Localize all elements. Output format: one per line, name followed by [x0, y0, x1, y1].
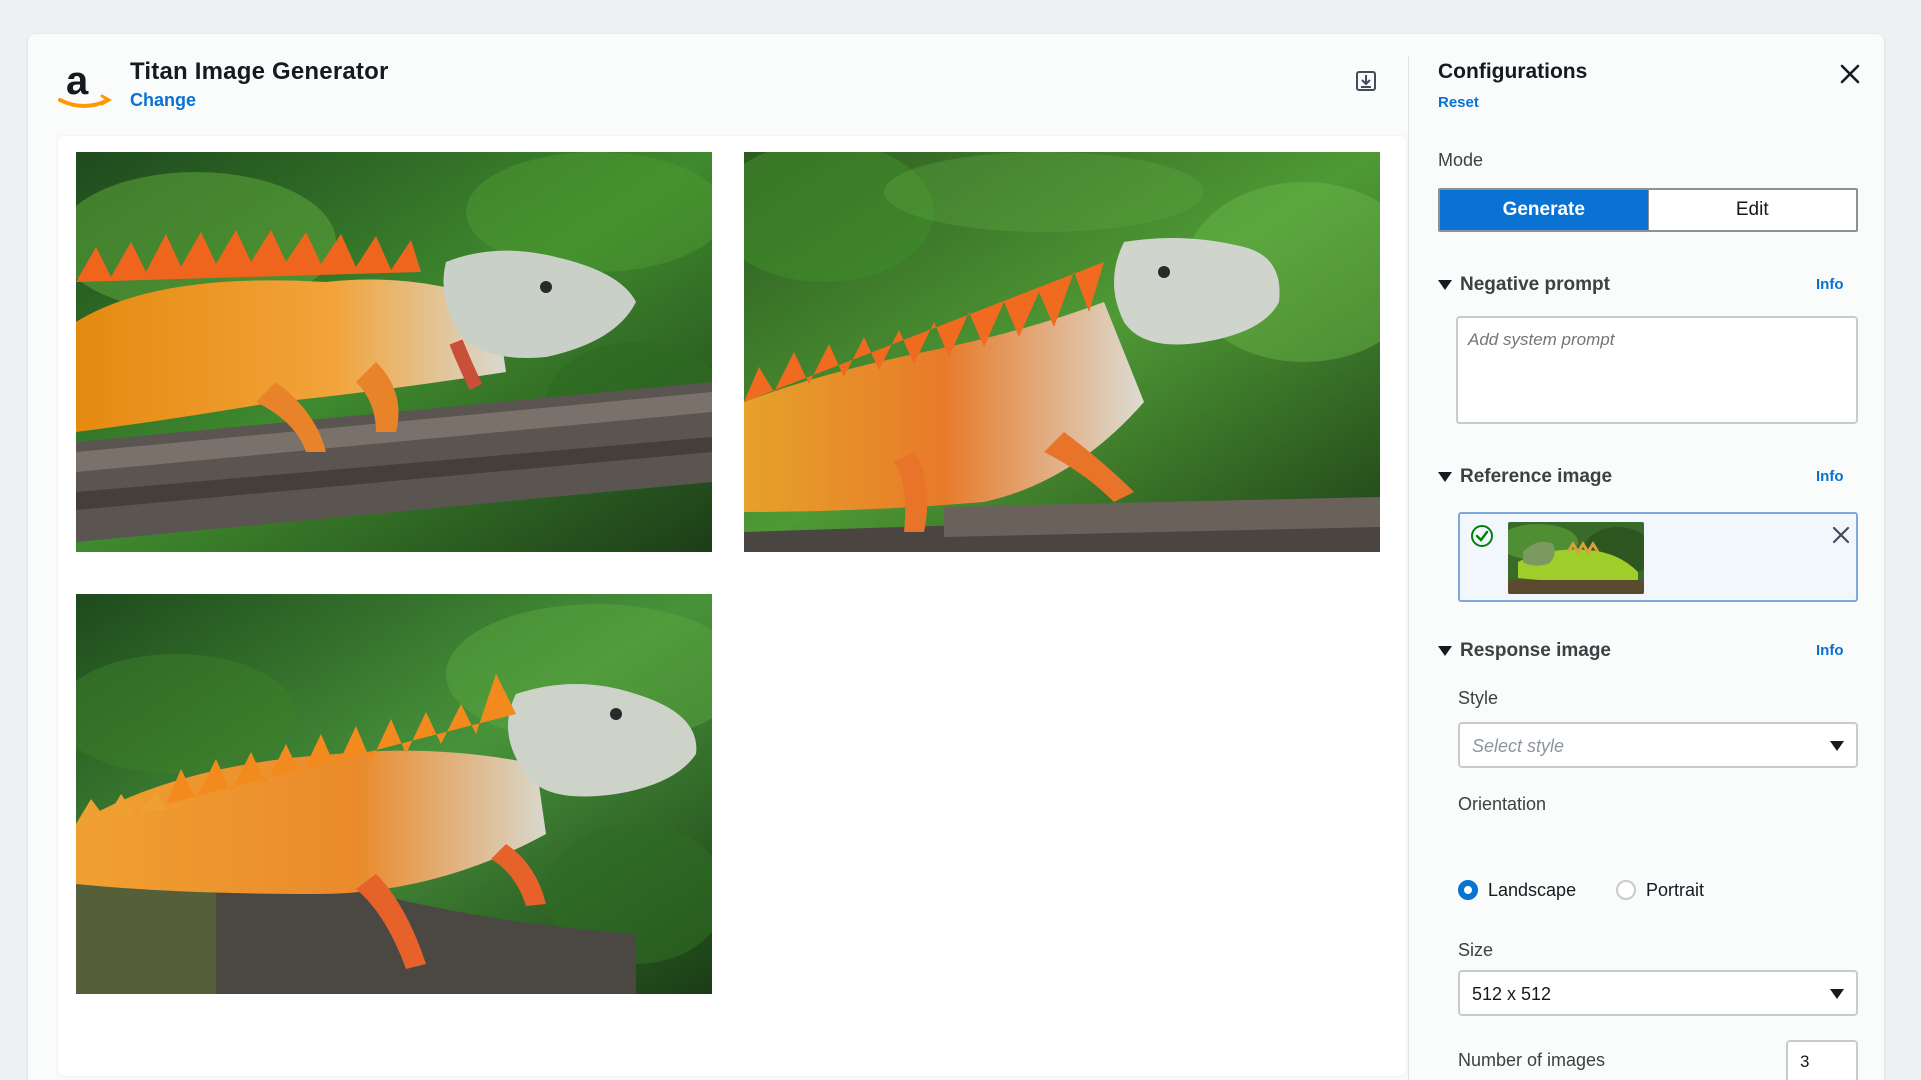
- remove-reference-image-icon[interactable]: [1830, 524, 1852, 546]
- close-icon[interactable]: [1838, 62, 1862, 86]
- model-header: a Titan Image Generator Change: [56, 56, 1386, 116]
- negative-prompt-info-link[interactable]: Info: [1816, 276, 1844, 293]
- save-to-disk-icon[interactable]: [1355, 70, 1377, 92]
- reference-image-token: [1458, 512, 1858, 602]
- orientation-landscape-label[interactable]: Landscape: [1488, 880, 1576, 901]
- caret-down-icon: [1830, 741, 1844, 751]
- negative-prompt-section-header[interactable]: Negative prompt Info: [1438, 272, 1858, 300]
- generated-image-1[interactable]: [76, 152, 712, 552]
- orientation-portrait-radio[interactable]: [1616, 880, 1636, 900]
- number-of-images-input[interactable]: [1786, 1040, 1858, 1080]
- orientation-label: Orientation: [1458, 794, 1547, 814]
- size-select-value: 512 x 512: [1472, 984, 1552, 1004]
- amazon-logo: a: [56, 59, 114, 112]
- generated-images-panel: [58, 136, 1406, 1076]
- negative-prompt-input[interactable]: [1456, 316, 1858, 424]
- orientation-radio-group: Landscape Portrait: [1458, 878, 1858, 906]
- reference-image-title: Reference image: [1460, 466, 1613, 487]
- mode-generate-button[interactable]: Generate: [1440, 190, 1648, 230]
- number-of-images-label: Number of images: [1458, 1050, 1606, 1070]
- style-select[interactable]: Select style: [1458, 722, 1858, 768]
- negative-prompt-title: Negative prompt: [1460, 274, 1610, 295]
- reference-image-section-header[interactable]: Reference image Info: [1438, 464, 1858, 492]
- response-image-title: Response image: [1460, 640, 1611, 661]
- caret-down-icon: [1438, 472, 1452, 482]
- change-model-link[interactable]: Change: [130, 90, 196, 111]
- caret-down-icon: [1830, 989, 1844, 999]
- reference-image-thumbnail: [1508, 522, 1644, 594]
- mode-segmented-control: Generate Edit: [1438, 188, 1858, 232]
- style-select-placeholder: Select style: [1472, 736, 1565, 756]
- reset-link[interactable]: Reset: [1438, 94, 1479, 111]
- configurations-panel: Configurations Reset Mode Generate Edit …: [1438, 56, 1860, 1080]
- size-label: Size: [1458, 940, 1494, 960]
- panel-divider: [1408, 56, 1409, 1080]
- generated-image-3[interactable]: [76, 594, 712, 994]
- reference-image-info-link[interactable]: Info: [1816, 468, 1844, 485]
- orientation-portrait-label[interactable]: Portrait: [1646, 880, 1704, 901]
- caret-down-icon: [1438, 280, 1452, 290]
- generated-image-2[interactable]: [744, 152, 1380, 552]
- top-strip: [0, 0, 1921, 30]
- amazon-logo-letter: a: [66, 60, 89, 103]
- response-image-section-header[interactable]: Response image Info: [1438, 638, 1858, 666]
- configurations-title: Configurations: [1438, 60, 1588, 83]
- model-title: Titan Image Generator: [130, 58, 389, 85]
- response-image-info-link[interactable]: Info: [1816, 642, 1844, 659]
- success-check-icon: [1470, 524, 1494, 548]
- orientation-landscape-radio[interactable]: [1458, 880, 1478, 900]
- style-label: Style: [1458, 688, 1499, 708]
- caret-down-icon: [1438, 646, 1452, 656]
- mode-label: Mode: [1438, 150, 1484, 170]
- size-select[interactable]: 512 x 512: [1458, 970, 1858, 1016]
- mode-edit-button[interactable]: Edit: [1647, 190, 1856, 230]
